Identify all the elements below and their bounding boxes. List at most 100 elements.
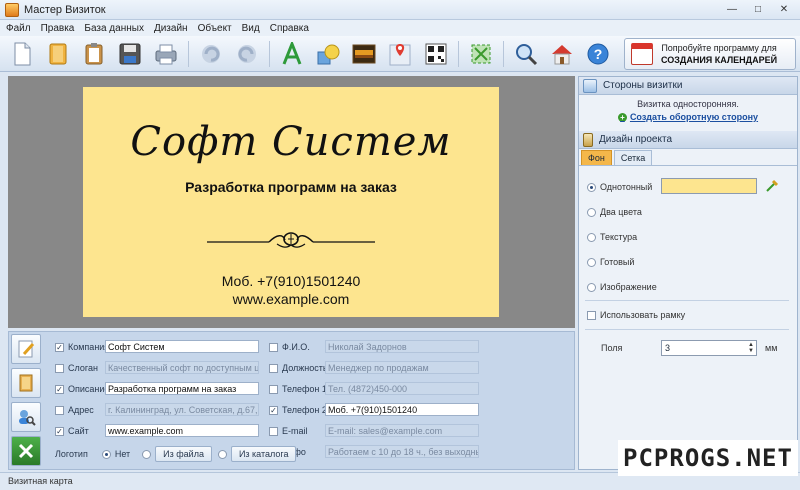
- business-card[interactable]: Софт Систем Разработка программ на заказ…: [83, 87, 499, 317]
- logo-catalog-radio[interactable]: [217, 449, 227, 459]
- radio-two-colors-button[interactable]: [587, 207, 596, 217]
- redo-icon[interactable]: [233, 40, 261, 68]
- maximize-icon[interactable]: □: [746, 2, 770, 17]
- minimize-icon[interactable]: —: [720, 2, 744, 17]
- left-field-input[interactable]: Софт Систем: [105, 340, 259, 353]
- left-field-input[interactable]: www.example.com: [105, 424, 259, 437]
- templates-button[interactable]: [11, 368, 41, 398]
- color-picker-icon[interactable]: [765, 179, 779, 193]
- open-folder-icon[interactable]: [44, 40, 72, 68]
- left-field-checkbox[interactable]: ✓: [55, 342, 64, 352]
- right-field-input[interactable]: Николай Задорнов: [325, 340, 479, 353]
- bg-color-swatch[interactable]: [661, 178, 757, 194]
- svg-text:?: ?: [594, 46, 603, 62]
- new-file-icon[interactable]: [8, 40, 36, 68]
- right-field-label: Должность: [282, 363, 328, 373]
- left-field-input[interactable]: Разработка программ на заказ: [105, 382, 259, 395]
- save-icon[interactable]: [116, 40, 144, 68]
- right-field-checkbox[interactable]: [269, 384, 278, 394]
- radio-texture[interactable]: Текстура: [587, 232, 637, 242]
- radio-ready-button[interactable]: [587, 257, 596, 267]
- radio-texture-label: Текстура: [600, 232, 638, 242]
- right-field-checkbox[interactable]: [269, 426, 278, 436]
- radio-ready-label: Готовый: [600, 257, 635, 267]
- logo-from-catalog-button[interactable]: Из каталога: [230, 446, 297, 462]
- image-icon[interactable]: [350, 40, 378, 68]
- paste-icon[interactable]: [80, 40, 108, 68]
- qr-code-icon[interactable]: [422, 40, 450, 68]
- menu-help[interactable]: Справка: [270, 23, 309, 34]
- card-sides-header[interactable]: Стороны визитки: [579, 77, 797, 95]
- undo-icon[interactable]: [197, 40, 225, 68]
- spinner-arrows-icon[interactable]: ▲ ▼: [748, 342, 754, 354]
- menu-bar: Файл Правка База данных Дизайн Объект Ви…: [0, 20, 800, 36]
- right-field-input[interactable]: Работаем с 10 до 18 ч., без выходных: [325, 445, 479, 458]
- radio-solid-button[interactable]: [587, 182, 596, 192]
- use-frame-checkbox[interactable]: Использовать рамку: [587, 310, 685, 320]
- right-field-input[interactable]: E-mail: sales@example.com: [325, 424, 479, 437]
- right-field-input[interactable]: Тел. (4872)450-000: [325, 382, 479, 395]
- text-icon[interactable]: [278, 40, 306, 68]
- create-back-side-link[interactable]: + Создать оборотную сторону: [617, 112, 758, 122]
- menu-edit[interactable]: Правка: [41, 23, 75, 34]
- right-field-checkbox[interactable]: [269, 342, 278, 352]
- help-icon[interactable]: ?: [584, 40, 612, 68]
- logo-file-radio[interactable]: [142, 449, 152, 459]
- close-icon[interactable]: ✕: [772, 2, 796, 17]
- use-frame-check[interactable]: [587, 310, 596, 320]
- left-field-checkbox[interactable]: [55, 405, 64, 415]
- logo-from-file-button[interactable]: Из файла: [155, 446, 212, 462]
- right-field-input[interactable]: Моб. +7(910)1501240: [325, 403, 479, 416]
- logo-none-radio[interactable]: [101, 449, 111, 459]
- radio-image-button[interactable]: [587, 282, 596, 292]
- project-design-header[interactable]: Дизайн проекта: [579, 131, 797, 149]
- menu-object[interactable]: Объект: [198, 23, 232, 34]
- radio-two-colors[interactable]: Два цвета: [587, 207, 642, 217]
- left-field-input[interactable]: г. Калининград, ул. Советская, д.67, оф.…: [105, 403, 259, 416]
- right-field-checkbox[interactable]: [269, 363, 278, 373]
- calendar-promo-button[interactable]: Попробуйте программу для СОЗДАНИЯ КАЛЕНД…: [624, 38, 796, 70]
- right-field-label: Ф.И.О.: [282, 342, 310, 352]
- right-field-input[interactable]: Менеджер по продажам: [325, 361, 479, 374]
- tab-background[interactable]: Фон: [581, 150, 612, 165]
- card-slogan-text[interactable]: Разработка программ на заказ: [83, 179, 499, 195]
- map-icon[interactable]: [386, 40, 414, 68]
- shapes-icon[interactable]: [314, 40, 342, 68]
- contacts-button[interactable]: [11, 402, 41, 432]
- print-icon[interactable]: [152, 40, 180, 68]
- excel-import-button[interactable]: [11, 436, 41, 466]
- home-icon[interactable]: [548, 40, 576, 68]
- margins-value: 3: [665, 343, 671, 353]
- edit-fields-button[interactable]: [11, 334, 41, 364]
- promo-line1: Попробуйте программу для: [661, 43, 777, 53]
- card-site-text[interactable]: www.example.com: [83, 291, 499, 307]
- margins-spinner[interactable]: 3 ▲ ▼: [661, 340, 757, 356]
- fit-icon[interactable]: [467, 40, 495, 68]
- properties-panel: Стороны визитки Визитка односторонняя. +…: [578, 76, 798, 470]
- left-field-checkbox[interactable]: ✓: [55, 426, 64, 436]
- menu-database[interactable]: База данных: [84, 23, 144, 34]
- radio-ready[interactable]: Готовый: [587, 257, 634, 267]
- left-field-row: ✓ Сайт: [55, 426, 112, 436]
- menu-view[interactable]: Вид: [242, 23, 260, 34]
- design-canvas[interactable]: Софт Систем Разработка программ на заказ…: [8, 76, 575, 328]
- card-company-text[interactable]: Софт Систем: [83, 119, 499, 165]
- menu-design[interactable]: Дизайн: [154, 23, 188, 34]
- right-field-checkbox[interactable]: ✓: [269, 405, 278, 415]
- radio-texture-button[interactable]: [587, 232, 596, 242]
- left-field-checkbox[interactable]: [55, 363, 64, 373]
- radio-solid-label: Однотонный: [600, 182, 653, 192]
- right-field-row: E-mail: [269, 426, 328, 436]
- tab-grid[interactable]: Сетка: [613, 150, 653, 165]
- menu-file[interactable]: Файл: [6, 23, 31, 34]
- left-field-checkbox[interactable]: ✓: [55, 384, 64, 394]
- logo-none-label: Нет: [114, 449, 131, 459]
- card-sides-icon: [583, 78, 597, 93]
- radio-image[interactable]: Изображение: [587, 282, 657, 292]
- left-field-input[interactable]: Качественный софт по доступным ценам: [105, 361, 259, 374]
- card-phone-text[interactable]: Моб. +7(910)1501240: [83, 273, 499, 289]
- radio-solid[interactable]: Однотонный: [587, 182, 652, 192]
- zoom-icon[interactable]: [512, 40, 540, 68]
- app-icon: [5, 2, 19, 17]
- ornament-divider[interactable]: [205, 230, 377, 250]
